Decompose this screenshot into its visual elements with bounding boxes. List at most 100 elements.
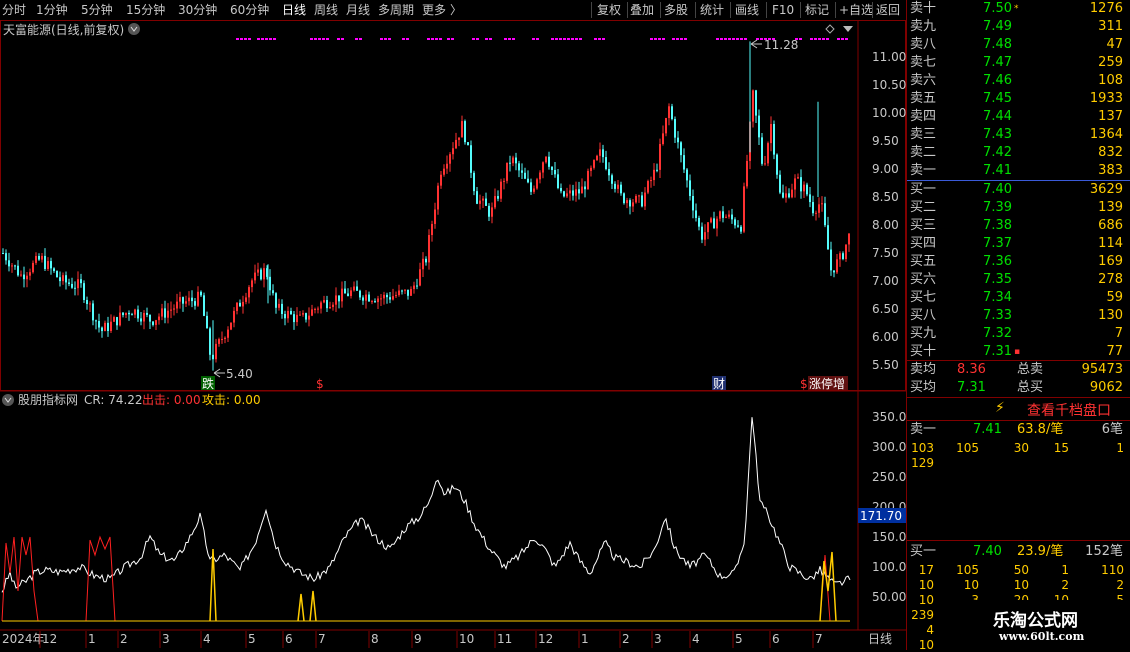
candle-body xyxy=(449,154,451,164)
period-1min[interactable]: 1分钟 xyxy=(36,2,68,18)
period-30min[interactable]: 30分钟 xyxy=(178,2,217,18)
candle-body xyxy=(281,303,283,314)
candle-body xyxy=(326,300,328,309)
chart-area[interactable]: 天富能源(日线,前复权) 11.00 10.50 10.00 9.50 9.00… xyxy=(0,20,906,650)
dollar-marker[interactable]: $ xyxy=(316,377,324,391)
multi-stock-button[interactable]: 多股 xyxy=(664,2,688,18)
low-arrow-icon xyxy=(213,368,225,378)
candle-body xyxy=(368,294,370,302)
dollar-marker-2[interactable]: $ xyxy=(800,377,808,391)
candle-body xyxy=(446,163,448,169)
ask-level-6[interactable]: 卖五 7.45 1933 xyxy=(907,90,1130,108)
candle-body xyxy=(671,106,673,120)
mark-button[interactable]: 标记 xyxy=(805,2,829,18)
ask-level-9[interactable]: 卖二 7.42 832 xyxy=(907,144,1130,162)
level-label: 卖十 xyxy=(910,1,937,16)
bid-level-9[interactable]: 买九 7.32 7 xyxy=(907,325,1130,343)
add-watchlist-button[interactable]: +自选 xyxy=(839,2,873,18)
period-weekly[interactable]: 周线 xyxy=(314,2,338,18)
ask-level-10[interactable]: 卖一 7.41 383 xyxy=(907,162,1130,180)
ask-level-3[interactable]: 卖八 7.48 47 xyxy=(907,36,1130,54)
event-dot xyxy=(575,38,578,40)
price-tick: 10.50 xyxy=(872,78,906,92)
event-dot xyxy=(841,38,844,40)
bid-level-2[interactable]: 买二 7.39 139 xyxy=(907,199,1130,217)
period-15min[interactable]: 15分钟 xyxy=(126,2,165,18)
buy1-label: 买一 xyxy=(910,544,937,559)
candle-body xyxy=(152,321,154,325)
bid-level-4[interactable]: 买四 7.37 114 xyxy=(907,235,1130,253)
indicator-name[interactable]: 股朋指标网 xyxy=(18,392,78,407)
f10-button[interactable]: F10 xyxy=(772,2,794,18)
candle-body xyxy=(383,294,385,299)
candle-body xyxy=(791,189,793,198)
title-dropdown-icon[interactable] xyxy=(128,23,140,35)
ask-level-7[interactable]: 卖四 7.44 137 xyxy=(907,108,1130,126)
event-dot xyxy=(512,38,515,40)
candle-body xyxy=(473,172,475,192)
stats-button[interactable]: 统计 xyxy=(700,2,724,18)
candle-body xyxy=(392,296,394,300)
candle-body xyxy=(554,169,556,175)
level-label: 买四 xyxy=(910,236,937,251)
event-dot xyxy=(406,38,409,40)
overlay-button[interactable]: 叠加 xyxy=(630,2,654,18)
indicator-dropdown-icon[interactable] xyxy=(2,394,14,406)
bid-avg-label: 买均 xyxy=(910,380,937,395)
period-fenshi[interactable]: 分时 xyxy=(2,2,26,18)
candle-body xyxy=(2,253,4,254)
candle-body xyxy=(797,177,799,179)
date-period-button[interactable]: 日线 xyxy=(868,632,892,646)
event-dot xyxy=(380,38,383,40)
ask-level-2[interactable]: 卖九 7.49 311 xyxy=(907,18,1130,36)
candle-body xyxy=(623,193,625,204)
order-size: 2 xyxy=(1116,578,1124,592)
period-5min[interactable]: 5分钟 xyxy=(81,2,113,18)
ask-level-4[interactable]: 卖七 7.47 259 xyxy=(907,54,1130,72)
candle-body xyxy=(491,207,493,217)
ask-level-8[interactable]: 卖三 7.43 1364 xyxy=(907,126,1130,144)
bid-level-8[interactable]: 买八 7.33 130 xyxy=(907,307,1130,325)
buy1-per: 23.9/笔 xyxy=(1017,544,1064,559)
bid-level-6[interactable]: 买六 7.35 278 xyxy=(907,271,1130,289)
level-label: 买二 xyxy=(910,200,937,215)
more-chevron-icon[interactable]: 〉 xyxy=(450,2,462,18)
period-multi[interactable]: 多周期 xyxy=(378,2,414,18)
period-daily[interactable]: 日线 xyxy=(282,2,306,18)
fuquan-button[interactable]: 复权 xyxy=(597,2,621,18)
date-label: 4 xyxy=(203,632,211,646)
bid-level-10[interactable]: 买十 7.31 77 ▪ xyxy=(907,343,1130,361)
date-year: 2024年 xyxy=(2,632,45,646)
candle-body xyxy=(440,174,442,186)
diamond-icon[interactable] xyxy=(825,24,835,34)
chuji-line xyxy=(1,535,831,622)
event-dot xyxy=(310,38,313,40)
candle-body xyxy=(59,277,61,282)
candle-body xyxy=(641,195,643,207)
candle-body xyxy=(593,160,595,168)
bid-level-7[interactable]: 买七 7.34 59 xyxy=(907,289,1130,307)
bid-level-3[interactable]: 买三 7.38 686 xyxy=(907,217,1130,235)
candle-body xyxy=(431,223,433,235)
bid-level-5[interactable]: 买五 7.36 169 xyxy=(907,253,1130,271)
collapse-triangle-icon[interactable] xyxy=(843,26,853,32)
candle-body xyxy=(98,321,100,328)
period-monthly[interactable]: 月线 xyxy=(346,2,370,18)
candle-body xyxy=(38,256,40,260)
ask-level-5[interactable]: 卖六 7.46 108 xyxy=(907,72,1130,90)
level-price: 7.32 xyxy=(983,326,1012,341)
period-60min[interactable]: 60分钟 xyxy=(230,2,269,18)
period-more[interactable]: 更多 xyxy=(422,2,446,18)
view-depth-button[interactable]: ⚡ 查看千档盘口 xyxy=(907,399,1130,419)
level-volume: 383 xyxy=(1098,163,1123,178)
draw-line-button[interactable]: 画线 xyxy=(735,2,759,18)
total-sell-label: 总卖 xyxy=(1017,362,1044,377)
event-dot xyxy=(435,38,438,40)
candle-body xyxy=(506,162,508,181)
back-button[interactable]: 返回 xyxy=(876,2,900,18)
candle-body xyxy=(458,137,460,140)
ask-level-1[interactable]: 卖十 7.50 1276 * xyxy=(907,0,1130,18)
date-label: 6 xyxy=(285,632,293,646)
candle-body xyxy=(686,169,688,181)
bid-level-1[interactable]: 买一 7.40 3629 xyxy=(907,181,1130,199)
